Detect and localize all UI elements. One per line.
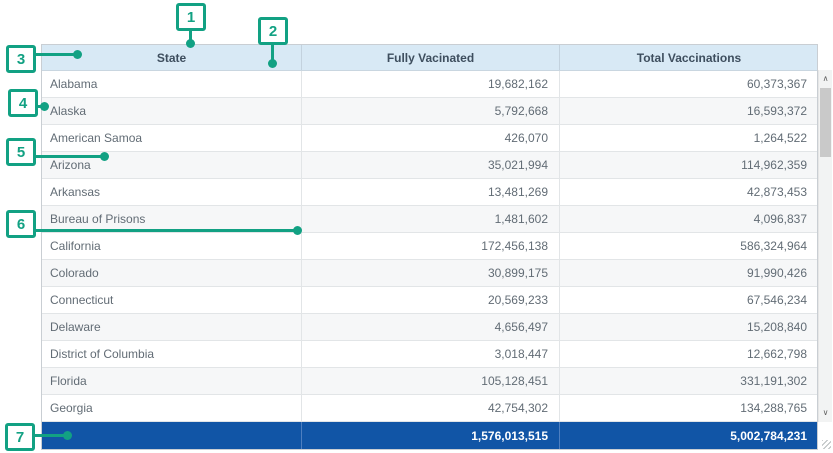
callout-1-badge: 1 (176, 3, 206, 31)
table-row[interactable]: Alabama19,682,16260,373,367 (42, 71, 817, 98)
fully-vaccinated-cell: 1,481,602 (302, 206, 560, 232)
total-vaccinations-cell: 42,873,453 (560, 179, 818, 205)
vertical-scrollbar[interactable]: ∧ ∨ (818, 70, 832, 422)
fully-vaccinated-cell: 30,899,175 (302, 260, 560, 286)
total-vaccinations-cell: 91,990,426 (560, 260, 818, 286)
fully-vaccinated-cell: 426,070 (302, 125, 560, 151)
table-row[interactable]: California172,456,138586,324,964 (42, 233, 817, 260)
callout-5-line (36, 155, 105, 158)
table-header-row: State Fully Vacinated Total Vaccinations (42, 45, 817, 71)
total-vaccinations-cell: 1,264,522 (560, 125, 818, 151)
table-row[interactable]: Delaware4,656,49715,208,840 (42, 314, 817, 341)
totals-fully-vaccinated-cell: 1,576,013,515 (302, 422, 560, 449)
table-row[interactable]: American Samoa426,0701,264,522 (42, 125, 817, 152)
fully-vaccinated-cell: 3,018,447 (302, 341, 560, 367)
fully-vaccinated-cell: 20,569,233 (302, 287, 560, 313)
table-row[interactable]: District of Columbia3,018,44712,662,798 (42, 341, 817, 368)
callout-6-badge: 6 (6, 210, 36, 238)
state-cell: Georgia (42, 395, 302, 421)
callout-3-dot (73, 50, 82, 59)
table-row[interactable]: Arkansas13,481,26942,873,453 (42, 179, 817, 206)
total-vaccinations-cell: 331,191,302 (560, 368, 818, 394)
total-vaccinations-cell: 134,288,765 (560, 395, 818, 421)
total-vaccinations-cell: 4,096,837 (560, 206, 818, 232)
list-table-screenshot: State Fully Vacinated Total Vaccinations… (0, 0, 833, 453)
callout-3-badge: 3 (6, 45, 36, 73)
fully-vaccinated-cell: 172,456,138 (302, 233, 560, 259)
table-row[interactable]: Arizona35,021,994114,962,359 (42, 152, 817, 179)
resize-grip-icon[interactable] (822, 440, 831, 449)
table-row[interactable]: Florida105,128,451331,191,302 (42, 368, 817, 395)
callout-3-line (36, 53, 78, 56)
total-vaccinations-cell: 60,373,367 (560, 71, 818, 97)
fully-vaccinated-cell: 105,128,451 (302, 368, 560, 394)
state-cell: Arkansas (42, 179, 302, 205)
total-vaccinations-cell: 586,324,964 (560, 233, 818, 259)
scrollbar-thumb[interactable] (820, 88, 831, 157)
total-vaccinations-cell: 15,208,840 (560, 314, 818, 340)
callout-5-badge: 5 (6, 138, 36, 166)
callout-1-dot (186, 39, 195, 48)
callout-4-dot (40, 102, 49, 111)
table-row[interactable]: Georgia42,754,302134,288,765 (42, 395, 817, 422)
state-cell: Alaska (42, 98, 302, 124)
callout-4-badge: 4 (8, 89, 38, 117)
state-cell: Florida (42, 368, 302, 394)
totals-row: 1,576,013,515 5,002,784,231 (42, 422, 817, 449)
callout-7-dot (63, 431, 72, 440)
fully-vaccinated-cell: 35,021,994 (302, 152, 560, 178)
total-vaccinations-cell: 16,593,372 (560, 98, 818, 124)
table-row[interactable]: Connecticut20,569,23367,546,234 (42, 287, 817, 314)
column-header-fully-vaccinated[interactable]: Fully Vacinated (302, 45, 560, 70)
fully-vaccinated-cell: 13,481,269 (302, 179, 560, 205)
total-vaccinations-cell: 67,546,234 (560, 287, 818, 313)
state-cell: District of Columbia (42, 341, 302, 367)
chevron-down-icon[interactable]: ∨ (819, 406, 832, 419)
total-vaccinations-cell: 114,962,359 (560, 152, 818, 178)
table-row[interactable]: Alaska5,792,66816,593,372 (42, 98, 817, 125)
state-cell: American Samoa (42, 125, 302, 151)
callout-5-dot (100, 152, 109, 161)
fully-vaccinated-cell: 19,682,162 (302, 71, 560, 97)
callout-6-line (36, 229, 298, 232)
table-body: Alabama19,682,16260,373,367Alaska5,792,6… (42, 71, 817, 422)
column-header-total-vaccinations[interactable]: Total Vaccinations (560, 45, 818, 70)
totals-total-vaccinations-cell: 5,002,784,231 (560, 422, 818, 449)
state-cell: Delaware (42, 314, 302, 340)
chevron-up-icon[interactable]: ∧ (819, 72, 832, 85)
total-vaccinations-cell: 12,662,798 (560, 341, 818, 367)
callout-2-dot (268, 59, 277, 68)
state-cell: California (42, 233, 302, 259)
column-header-state[interactable]: State (42, 45, 302, 70)
state-cell: Connecticut (42, 287, 302, 313)
state-cell: Colorado (42, 260, 302, 286)
callout-6-dot (293, 226, 302, 235)
callout-2-badge: 2 (258, 17, 288, 45)
fully-vaccinated-cell: 42,754,302 (302, 395, 560, 421)
table-row[interactable]: Colorado30,899,17591,990,426 (42, 260, 817, 287)
state-cell: Alabama (42, 71, 302, 97)
totals-state-cell (42, 422, 302, 449)
list-table: State Fully Vacinated Total Vaccinations… (41, 44, 818, 450)
fully-vaccinated-cell: 5,792,668 (302, 98, 560, 124)
fully-vaccinated-cell: 4,656,497 (302, 314, 560, 340)
callout-7-badge: 7 (5, 423, 35, 451)
